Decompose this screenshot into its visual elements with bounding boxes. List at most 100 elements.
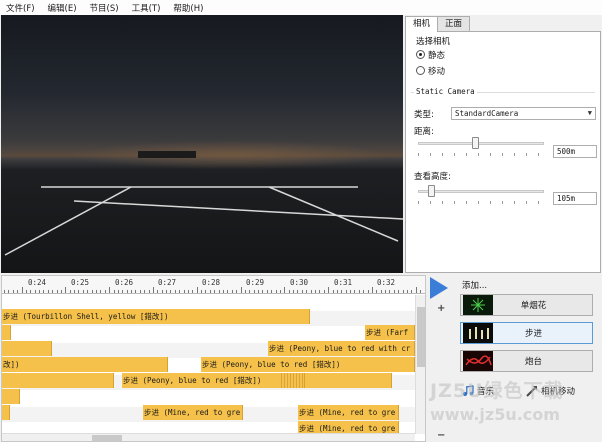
ruler-label: 0:24 xyxy=(28,278,47,287)
timeline-event[interactable]: 改]) xyxy=(2,357,168,372)
firework-icon xyxy=(463,295,493,315)
camera-move-label: 相机移动 xyxy=(541,387,576,397)
ground-line-left xyxy=(4,186,132,256)
ruler-tick xyxy=(100,290,102,293)
ruler-tick xyxy=(328,287,330,293)
radio-static[interactable] xyxy=(416,50,425,59)
tab-camera[interactable]: 相机 xyxy=(405,16,439,32)
ruler-tick xyxy=(310,290,312,293)
ruler-tick xyxy=(109,287,111,293)
ruler-tick xyxy=(319,290,321,293)
timeline-event[interactable]: 步进 (Tourbillon Shell, yellow [錯改]) xyxy=(2,309,310,324)
ruler-tick xyxy=(52,290,54,293)
ruler-tick xyxy=(87,290,89,293)
scene-viewport[interactable] xyxy=(1,15,403,273)
ruler-tick xyxy=(393,290,395,293)
add-step-button[interactable]: 步进 xyxy=(460,322,593,344)
menu-file[interactable]: 文件(F) xyxy=(6,2,35,14)
radio-moving[interactable] xyxy=(416,66,425,75)
ruler-tick xyxy=(240,287,242,293)
track-row xyxy=(2,295,415,310)
ruler-tick xyxy=(34,290,36,293)
zoom-out-icon[interactable]: − xyxy=(437,430,445,441)
group-title: Static Camera xyxy=(414,87,477,96)
timeline-event[interactable]: 步进 (Mine, red to gre xyxy=(298,405,399,420)
timeline-event-stub[interactable] xyxy=(2,405,10,420)
ruler-tick xyxy=(236,290,238,293)
ruler-tick xyxy=(196,287,198,293)
timeline-horizontal-scrollbar[interactable] xyxy=(2,433,415,441)
ruler-tick xyxy=(288,290,290,293)
ruler-tick xyxy=(60,290,62,293)
ruler-tick xyxy=(113,290,115,293)
height-label: 查看高度: xyxy=(414,172,451,182)
timeline-event[interactable]: 步进 (Mine, red to gre xyxy=(143,405,243,420)
ground-line-mid xyxy=(73,200,403,220)
zoom-in-icon[interactable]: + xyxy=(437,303,445,314)
timeline-event-stub[interactable] xyxy=(2,341,52,356)
height-input[interactable]: 105m xyxy=(553,192,597,205)
ruler-tick xyxy=(367,290,369,293)
ruler-tick xyxy=(39,290,41,293)
ruler-tick xyxy=(231,290,233,293)
distance-slider-thumb[interactable] xyxy=(471,137,479,149)
add-firework-button[interactable]: 单烟花 xyxy=(460,294,593,316)
timeline-event[interactable]: 步进 (Peony, blue to red with cr xyxy=(268,341,415,356)
ruler-tick xyxy=(135,290,137,293)
menu-help[interactable]: 帮助(H) xyxy=(173,2,203,14)
play-icon[interactable] xyxy=(430,277,448,299)
radio-static-label: 静态 xyxy=(428,51,446,61)
distance-slider-track[interactable] xyxy=(418,142,544,145)
ruler-tick xyxy=(376,290,378,293)
ruler-tick xyxy=(350,290,352,293)
height-slider-thumb[interactable] xyxy=(427,185,435,197)
scrollbar-thumb[interactable] xyxy=(92,435,122,441)
music-icon xyxy=(463,385,474,396)
ruler-tick xyxy=(47,290,49,293)
add-title: 添加... xyxy=(462,281,488,291)
timeline-event[interactable]: 步进 (Peony, blue to red [錯改]) xyxy=(201,357,415,372)
timeline-controls: + − xyxy=(428,275,458,442)
ruler-tick xyxy=(205,290,207,293)
type-label: 类型: xyxy=(414,110,434,120)
time-ruler[interactable]: 0:24 0:25 0:26 0:27 0:28 0:29 0:30 0:31 … xyxy=(2,276,425,294)
scrollbar-thumb[interactable] xyxy=(417,307,425,367)
battery-icon xyxy=(463,351,493,371)
menu-bar: 文件(F) 编辑(E) 节目(S) 工具(T) 帮助(H) xyxy=(0,0,602,15)
distance-input[interactable]: 500m xyxy=(553,145,597,158)
menu-edit[interactable]: 编辑(E) xyxy=(48,2,77,14)
ruler-tick xyxy=(65,287,67,293)
ruler-tick xyxy=(341,290,343,293)
distance-slider-ticks xyxy=(418,153,544,156)
timeline-event-stub[interactable] xyxy=(2,373,114,388)
timeline-event[interactable]: 步进 (Farf xyxy=(365,325,415,340)
ruler-tick xyxy=(157,290,159,293)
ruler-tick xyxy=(332,290,334,293)
ruler-tick xyxy=(166,290,168,293)
camera-move-button[interactable]: 相机移动 xyxy=(526,385,575,397)
ruler-tick xyxy=(187,290,189,293)
add-panel: 添加... 单烟花 步进 炮台 xyxy=(458,275,602,442)
tab-front[interactable]: 正面 xyxy=(437,16,471,31)
ruler-label: 0:31 xyxy=(334,278,353,287)
add-battery-button[interactable]: 炮台 xyxy=(460,350,593,372)
timeline[interactable]: 0:24 0:25 0:26 0:27 0:28 0:29 0:30 0:31 … xyxy=(1,275,426,442)
ruler-tick xyxy=(389,290,391,293)
timeline-vertical-scrollbar[interactable] xyxy=(415,295,425,434)
timeline-event-stub[interactable] xyxy=(2,389,20,404)
ruler-tick xyxy=(179,290,181,293)
ruler-tick xyxy=(82,290,84,293)
panel-tabs: 相机 正面 xyxy=(405,16,471,32)
timeline-event-stub[interactable] xyxy=(2,325,11,340)
camera-type-select[interactable]: StandardCamera ▼ xyxy=(451,107,596,120)
camera-move-icon xyxy=(526,386,537,397)
menu-show[interactable]: 节目(S) xyxy=(90,2,119,14)
timeline-event[interactable]: 步进 (Peony, blue to red [錯改]) xyxy=(122,373,392,388)
track-area[interactable]: 步进 (Tourbillon Shell, yellow [錯改]) 步进 (F… xyxy=(2,295,415,438)
distance-label: 距离: xyxy=(414,127,434,137)
music-button[interactable]: 音乐 xyxy=(462,385,494,397)
menu-tools[interactable]: 工具(T) xyxy=(132,2,161,14)
ruler-tick xyxy=(144,290,146,293)
height-slider-track[interactable] xyxy=(418,190,544,193)
ruler-tick xyxy=(385,290,387,293)
